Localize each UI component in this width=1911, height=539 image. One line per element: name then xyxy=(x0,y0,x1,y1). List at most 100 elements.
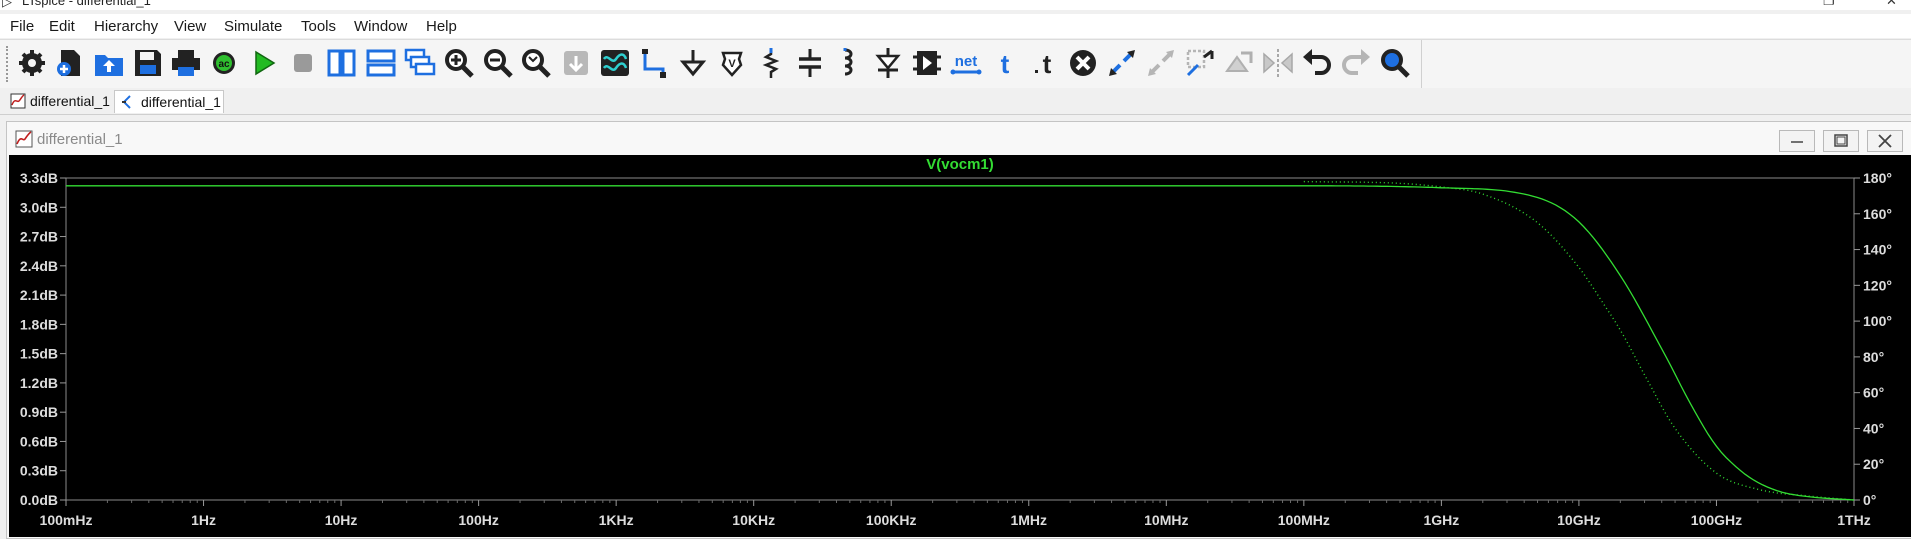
x-tick-label: 1Hz xyxy=(191,512,216,528)
close-plot-button[interactable] xyxy=(1867,130,1903,152)
y-right-tick-label: 0° xyxy=(1863,492,1876,508)
zoom-fit-icon[interactable] xyxy=(518,45,554,81)
maximize-button[interactable] xyxy=(1823,130,1859,152)
y-right-tick-label: 140° xyxy=(1863,242,1892,258)
x-tick-label: 10GHz xyxy=(1557,512,1601,528)
wire-icon[interactable] xyxy=(636,45,672,81)
flip-icon[interactable] xyxy=(1260,45,1296,81)
menu-bar: File Edit Hierarchy View Simulate Tools … xyxy=(0,14,1911,38)
plot-window-title: differential_1 xyxy=(37,131,123,148)
text-icon[interactable]: t xyxy=(987,45,1023,81)
ground-icon[interactable] xyxy=(675,45,711,81)
svg-text:V: V xyxy=(728,58,736,70)
document-tab-bar: differential_1 differential_1 xyxy=(0,88,1911,115)
plot-frame xyxy=(65,177,1855,501)
tab-label: differential_1 xyxy=(141,94,221,110)
zoom-extents-icon[interactable] xyxy=(558,45,594,81)
y-left-tick-label: 1.2dB xyxy=(20,375,58,391)
y-left-tick-label: 0.9dB xyxy=(20,404,58,420)
x-tick-label: 100KHz xyxy=(866,512,917,528)
x-tick-label: 10Hz xyxy=(325,512,358,528)
x-tick-label: 10KHz xyxy=(732,512,775,528)
find-icon[interactable] xyxy=(1377,45,1413,81)
zoom-out-icon[interactable] xyxy=(480,45,516,81)
y-right-tick-label: 40° xyxy=(1863,420,1884,436)
restore-window-button[interactable]: ❐ xyxy=(1823,0,1835,9)
spice-directive-icon[interactable]: t xyxy=(1026,45,1062,81)
net-name-icon[interactable]: net xyxy=(948,45,984,81)
save-icon[interactable] xyxy=(130,45,166,81)
menu-view[interactable]: View xyxy=(174,18,206,35)
menu-edit[interactable]: Edit xyxy=(49,18,75,35)
y-right-tick-label: 80° xyxy=(1863,349,1884,365)
menu-file[interactable]: File xyxy=(10,18,34,35)
trace-title: V(vocm1) xyxy=(926,156,994,173)
tab-waveform-differential-1[interactable]: differential_1 xyxy=(6,90,112,112)
y-right-tick-label: 160° xyxy=(1863,206,1892,222)
inductor-icon[interactable] xyxy=(831,45,867,81)
waveform-icon xyxy=(10,93,26,109)
new-schematic-icon[interactable] xyxy=(52,45,88,81)
cascade-icon[interactable] xyxy=(402,45,438,81)
print-icon[interactable] xyxy=(168,45,204,81)
y-right-tick-label: 60° xyxy=(1863,385,1884,401)
menu-hierarchy[interactable]: Hierarchy xyxy=(94,18,158,35)
ac-analysis-icon[interactable]: ac xyxy=(206,45,242,81)
app-icon: ▷ xyxy=(2,0,12,9)
y-right-tick-label: 100° xyxy=(1863,313,1892,329)
window-title: LTspice - differential_1 xyxy=(22,0,151,8)
waveform-icon xyxy=(15,130,33,148)
close-window-button[interactable]: ✕ xyxy=(1886,0,1897,9)
menu-help[interactable]: Help xyxy=(426,18,457,35)
magnitude-trace xyxy=(66,185,1855,501)
x-tick-label: 100Hz xyxy=(458,512,498,528)
menu-window[interactable]: Window xyxy=(354,18,407,35)
toolbar-grip[interactable] xyxy=(6,46,11,82)
waveform-plot-pane[interactable]: V(vocm1) 0.0dB 0.3dB 0.6dB 0.9dB 1.2dB 1.5dB 1.… xyxy=(9,155,1911,537)
label-net-icon[interactable]: V xyxy=(714,45,750,81)
y-left-tick-label: 0.6dB xyxy=(20,433,58,449)
phase-trace xyxy=(1303,180,1855,501)
mirror-icon[interactable] xyxy=(1221,45,1257,81)
y-left-tick-label: 0.3dB xyxy=(20,463,58,479)
svg-text:ac: ac xyxy=(218,59,230,70)
y-left-tick-label: 3.3dB xyxy=(20,170,58,186)
y-left-tick-label: 0.0dB xyxy=(20,492,58,508)
halt-icon[interactable] xyxy=(285,45,321,81)
gear-icon[interactable] xyxy=(14,45,50,81)
minimize-button[interactable] xyxy=(1779,130,1815,152)
drag-icon[interactable] xyxy=(1143,45,1179,81)
toolbar: ac V net t t xyxy=(0,39,1911,89)
title-bar: ▷ LTspice - differential_1 ❐ ✕ xyxy=(0,0,1911,10)
svg-text:t: t xyxy=(1043,49,1052,79)
y-right-tick-label: 180° xyxy=(1863,170,1892,186)
delete-icon[interactable] xyxy=(1065,45,1101,81)
bode-plot[interactable]: V(vocm1) 0.0dB 0.3dB 0.6dB 0.9dB 1.2dB 1.5dB 1.… xyxy=(9,155,1911,537)
tile-horizontal-icon[interactable] xyxy=(363,45,399,81)
capacitor-icon[interactable] xyxy=(792,45,828,81)
undo-icon[interactable] xyxy=(1299,45,1335,81)
resistor-icon[interactable] xyxy=(753,45,789,81)
y-left-tick-label: 1.5dB xyxy=(20,346,58,362)
zoom-in-icon[interactable] xyxy=(441,45,477,81)
y-left-tick-label: 3.0dB xyxy=(20,199,58,215)
menu-tools[interactable]: Tools xyxy=(301,18,336,35)
diode-icon[interactable] xyxy=(870,45,906,81)
component-icon[interactable] xyxy=(909,45,945,81)
x-tick-label: 1KHz xyxy=(599,512,634,528)
redo-icon[interactable] xyxy=(1338,45,1374,81)
tile-vertical-icon[interactable] xyxy=(324,45,360,81)
x-tick-label: 1THz xyxy=(1837,512,1870,528)
waveform-icon[interactable] xyxy=(597,45,633,81)
open-folder-icon[interactable] xyxy=(91,45,127,81)
y-left-tick-label: 2.7dB xyxy=(20,229,58,245)
toolbar-end-divider xyxy=(1421,40,1422,88)
menu-simulate[interactable]: Simulate xyxy=(224,18,282,35)
svg-text:t: t xyxy=(1001,49,1010,79)
run-icon[interactable] xyxy=(246,45,282,81)
y-left-tick-label: 1.8dB xyxy=(20,316,58,332)
x-tick-label: 100GHz xyxy=(1691,512,1742,528)
rotate-icon[interactable] xyxy=(1182,45,1218,81)
tab-schematic-differential-1[interactable]: differential_1 xyxy=(114,90,224,113)
move-icon[interactable] xyxy=(1104,45,1140,81)
